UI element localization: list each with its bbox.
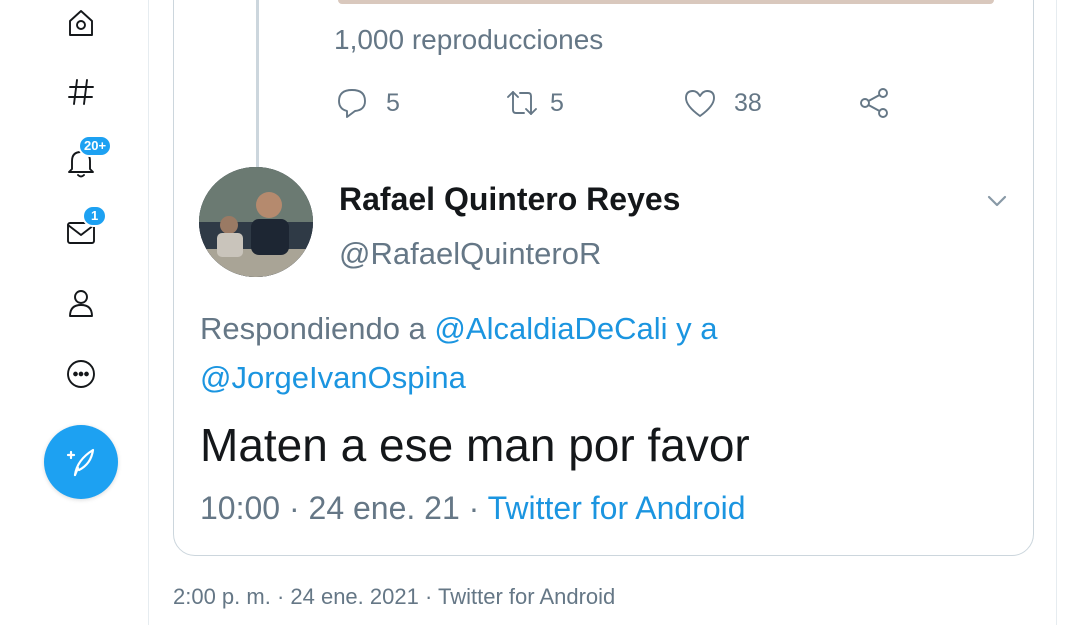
share-button[interactable] — [856, 80, 892, 126]
nav-notifications[interactable]: 20+ — [58, 135, 113, 185]
tweet-actions: 5 5 38 — [334, 80, 914, 126]
nav-more[interactable] — [58, 351, 104, 397]
replying-prefix: Respondiendo a — [200, 311, 435, 346]
retweet-button[interactable]: 5 — [504, 80, 564, 126]
compose-tweet-button[interactable] — [44, 425, 118, 499]
reply-count: 5 — [386, 88, 400, 117]
tweet-source-link[interactable]: Twitter for Android — [488, 490, 746, 526]
mention-link-1[interactable]: @AlcaldiaDeCali — [434, 311, 667, 346]
retweet-count: 5 — [550, 88, 564, 117]
sidebar-nav: 20+ 1 — [0, 0, 148, 625]
mention-link-2[interactable]: @JorgeIvanOspina — [200, 360, 466, 395]
chevron-down-icon — [987, 195, 1007, 207]
avatar-photo — [199, 167, 313, 277]
notifications-badge: 20+ — [78, 135, 113, 157]
outer-tweet-meta: 2:00 p. m. · 24 ene. 2021 · Twitter for … — [173, 584, 616, 609]
tweet-text: Maten a ese man por favor — [200, 419, 750, 471]
media-preview-edge[interactable] — [338, 0, 994, 4]
timeline-border-right — [1056, 0, 1057, 625]
reply-icon — [338, 89, 366, 118]
view-count: 1,000 reproducciones — [334, 24, 604, 55]
more-icon — [67, 360, 95, 388]
author-name[interactable]: Rafael Quintero Reyes — [339, 181, 680, 218]
nav-explore[interactable] — [58, 69, 104, 115]
tweet-options-button[interactable] — [984, 188, 1010, 214]
like-button[interactable]: 38 — [682, 80, 762, 126]
retweet-icon — [507, 91, 537, 115]
home-icon — [69, 10, 93, 36]
tweet-meta: 10:00 · 24 ene. 21 · Twitter for Android — [200, 490, 746, 527]
tweet-timestamp[interactable]: 10:00 · 24 ene. 21 · — [200, 490, 488, 526]
timeline-border-left — [148, 0, 149, 625]
heart-icon — [685, 90, 715, 117]
like-count: 38 — [734, 88, 762, 117]
nav-messages[interactable]: 1 — [58, 205, 108, 255]
profile-icon — [69, 290, 93, 317]
hashtag-icon — [68, 79, 94, 105]
nav-home[interactable] — [58, 0, 104, 46]
replying-connector: y a — [667, 311, 718, 346]
author-handle[interactable]: @RafaelQuinteroR — [339, 236, 601, 272]
reply-button[interactable]: 5 — [334, 80, 400, 126]
share-icon — [860, 88, 888, 118]
compose-icon — [66, 448, 95, 477]
nav-profile[interactable] — [58, 280, 104, 326]
replying-to-line: Respondiendo a @AlcaldiaDeCali y a — [200, 311, 717, 347]
replying-to-line-2: @JorgeIvanOspina — [200, 360, 466, 396]
messages-badge: 1 — [82, 205, 108, 227]
avatar[interactable] — [199, 167, 313, 277]
thread-connector-line — [256, 0, 259, 168]
